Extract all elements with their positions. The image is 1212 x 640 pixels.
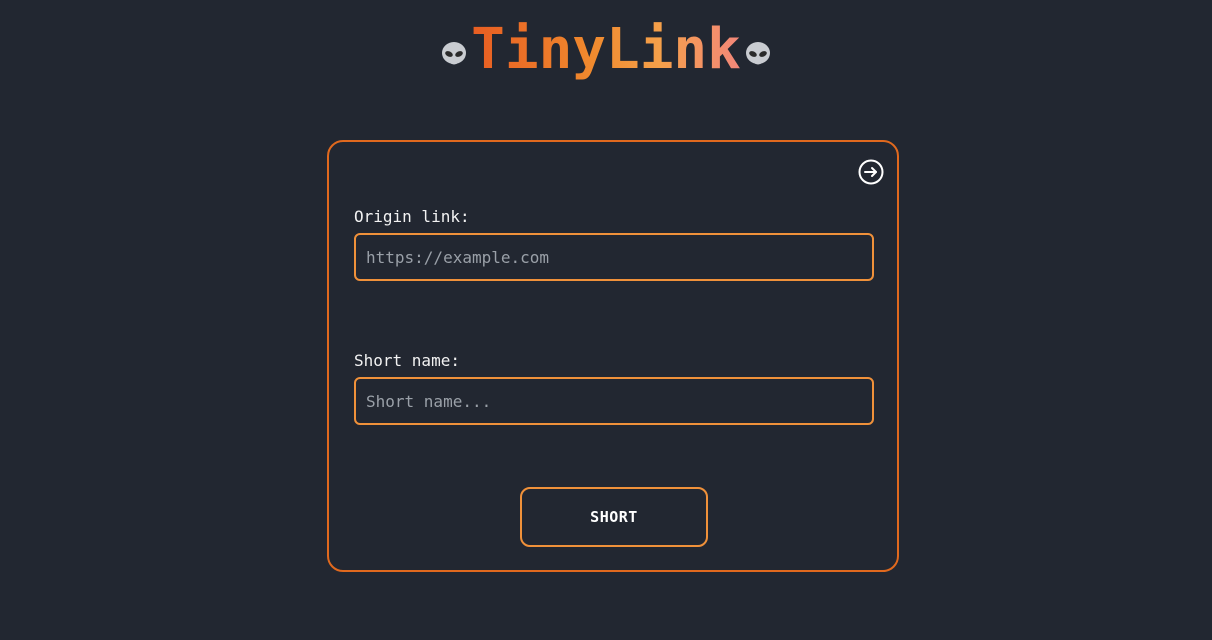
- arrow-right-circle-icon[interactable]: [857, 158, 885, 186]
- alien-icon: [745, 42, 770, 65]
- short-name-field: Short name:: [354, 351, 874, 425]
- short-name-label: Short name:: [354, 351, 460, 370]
- short-name-input[interactable]: [354, 377, 874, 425]
- alien-icon: [442, 42, 467, 65]
- app-title: TinyLink: [471, 17, 741, 82]
- origin-link-label: Origin link:: [354, 207, 470, 226]
- header: TinyLink: [0, 18, 1212, 82]
- origin-link-field: Origin link:: [354, 207, 874, 281]
- origin-link-input[interactable]: [354, 233, 874, 281]
- short-button[interactable]: SHORT: [520, 487, 708, 547]
- shorten-form-card: Origin link: Short name: SHORT: [327, 140, 899, 572]
- page: TinyLink Origin link: Short name: SHORT: [0, 0, 1212, 640]
